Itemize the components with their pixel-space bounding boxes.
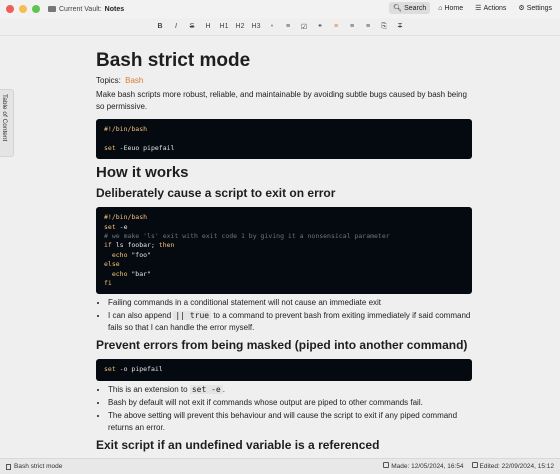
code-text: -e [115, 222, 128, 231]
editor-area[interactable]: Table of Content Bash strict mode Topics… [0, 37, 560, 457]
menu-icon: ☰ [475, 5, 482, 12]
topics-label: Topics: [96, 76, 121, 85]
folder-icon [48, 6, 56, 12]
code-text: -Eeuo pipefail [115, 143, 175, 152]
code-keyword: set [104, 365, 116, 374]
code-keyword: else [104, 260, 120, 269]
close-window-button[interactable] [6, 5, 14, 13]
italic-button[interactable]: I [169, 20, 183, 34]
quote-button[interactable]: ❝ [313, 20, 327, 34]
bullet-list: Failing commands in a conditional statem… [96, 297, 472, 334]
home-label: Home [444, 4, 464, 12]
document: Bash strict mode Topics: Bash Make bash … [96, 37, 472, 453]
status-right: Made: 12/05/2024, 16:54 Edited: 22/09/20… [383, 462, 554, 470]
topic-tag-bash[interactable]: Bash [125, 76, 143, 85]
home-icon: ⌂ [438, 4, 443, 12]
made-date-text: Made: 12/05/2024, 16:54 [391, 463, 464, 470]
code-keyword: set [104, 222, 116, 231]
heading1-button[interactable]: H1 [217, 20, 231, 34]
zoom-window-button[interactable] [32, 5, 40, 13]
code-line: #!/bin/bash [104, 125, 148, 133]
code-text: "bar" [127, 269, 151, 278]
minimize-window-button[interactable] [19, 5, 27, 13]
list-item: Failing commands in a conditional statem… [108, 297, 472, 309]
checklist-button[interactable]: ☑ [297, 20, 311, 34]
list-item: This is an extension to set -e. [108, 384, 472, 396]
list-item-text: This is an extension to [108, 384, 190, 394]
inline-code: || true [173, 311, 212, 321]
heading-how-it-works: How it works [96, 164, 189, 182]
code-keyword: echo [111, 250, 128, 259]
code-line: #!/bin/bash [104, 213, 148, 222]
align-center-button[interactable]: ≡ [345, 20, 359, 34]
heading-undefined-variable: Exit script if an undefined variable is … [96, 437, 380, 452]
search-icon: 🔍︎ [393, 5, 403, 12]
status-bar: Bash strict mode Made: 12/05/2024, 16:54… [0, 458, 560, 474]
breadcrumb[interactable]: Current Vault: Notes [48, 6, 124, 13]
title-bar: Current Vault: Notes 🔍︎ Search ⌂ Home ☰ … [0, 0, 560, 18]
top-actions: 🔍︎ Search ⌂ Home ☰ Actions ⚙ Settings [389, 2, 556, 14]
search-label: Search [404, 4, 427, 12]
gear-icon: ⚙ [518, 5, 525, 12]
edited-date-text: Edited: 22/09/2024, 15:12 [479, 463, 554, 470]
list-item-text: I can also append [108, 311, 174, 321]
code-keyword: fi [104, 279, 112, 288]
home-button[interactable]: ⌂ Home [434, 2, 467, 14]
topics-row: Topics: Bash [96, 76, 472, 85]
calendar-icon [471, 462, 478, 468]
heading-deliberate-exit: Deliberately cause a script to exit on e… [96, 186, 336, 201]
code-text: "foo" [127, 250, 151, 259]
list-item: Bash by default will not exit if command… [108, 397, 472, 409]
intro-paragraph: Make bash scripts more robust, reliable,… [96, 90, 467, 111]
settings-button[interactable]: ⚙ Settings [514, 2, 556, 14]
heading2-button[interactable]: H2 [233, 20, 247, 34]
code-keyword: if [104, 241, 112, 250]
clear-format-button[interactable]: T [393, 20, 407, 34]
code-keyword: set [104, 143, 116, 152]
insert-file-button[interactable]: ⎘ [377, 20, 391, 34]
toc-label: Table of Content [1, 94, 8, 142]
highlight-button[interactable]: H [201, 20, 215, 34]
vault-name[interactable]: Notes [105, 6, 124, 13]
align-left-button[interactable]: ≡ [329, 20, 343, 34]
code-block[interactable]: set -o pipefail [96, 359, 472, 381]
bullet-list-button[interactable]: • [265, 20, 279, 34]
inline-code: set -e [189, 384, 223, 394]
list-item-text: . [222, 384, 225, 394]
actions-button[interactable]: ☰ Actions [471, 2, 510, 14]
heading3-button[interactable]: H3 [249, 20, 263, 34]
page-title: Bash strict mode [96, 50, 251, 71]
edited-date: Edited: 22/09/2024, 15:12 [471, 462, 554, 470]
list-item: The above setting will prevent this beha… [108, 410, 472, 434]
calendar-icon [383, 462, 390, 468]
bold-button[interactable]: B [153, 20, 167, 34]
window-controls [6, 5, 40, 13]
code-block[interactable]: #!/bin/bash set -Eeuo pipefail [96, 119, 472, 160]
made-date: Made: 12/05/2024, 16:54 [383, 462, 464, 470]
document-icon [6, 463, 11, 470]
numbered-list-button[interactable]: ≡ [281, 20, 295, 34]
code-text: ls foobar; [111, 241, 159, 250]
align-right-button[interactable]: ≡ [361, 20, 375, 34]
list-item: I can also append || true to a command t… [108, 310, 472, 334]
heading-prevent-masked: Prevent errors from being masked (piped … [96, 338, 468, 353]
code-comment: # we make 'ls' exit with exit code 1 by … [104, 232, 390, 241]
strikethrough-button[interactable]: S [185, 20, 199, 34]
code-keyword: echo [111, 269, 128, 278]
actions-label: Actions [483, 4, 507, 12]
settings-label: Settings [526, 4, 552, 12]
format-toolbar: B I S H H1 H2 H3 • ≡ ☑ ❝ ≡ ≡ ≡ ⎘ T [0, 18, 560, 36]
table-of-content-tab[interactable]: Table of Content [0, 89, 14, 157]
status-doc-name: Bash strict mode [14, 463, 63, 470]
code-text: -o pipefail [115, 365, 163, 374]
bullet-list: This is an extension to set -e. Bash by … [96, 384, 472, 434]
code-keyword: then [158, 241, 175, 250]
vault-label: Current Vault: [59, 5, 102, 13]
search-button[interactable]: 🔍︎ Search [389, 2, 431, 14]
code-block[interactable]: #!/bin/bash set -e # we make 'ls' exit w… [96, 207, 472, 295]
